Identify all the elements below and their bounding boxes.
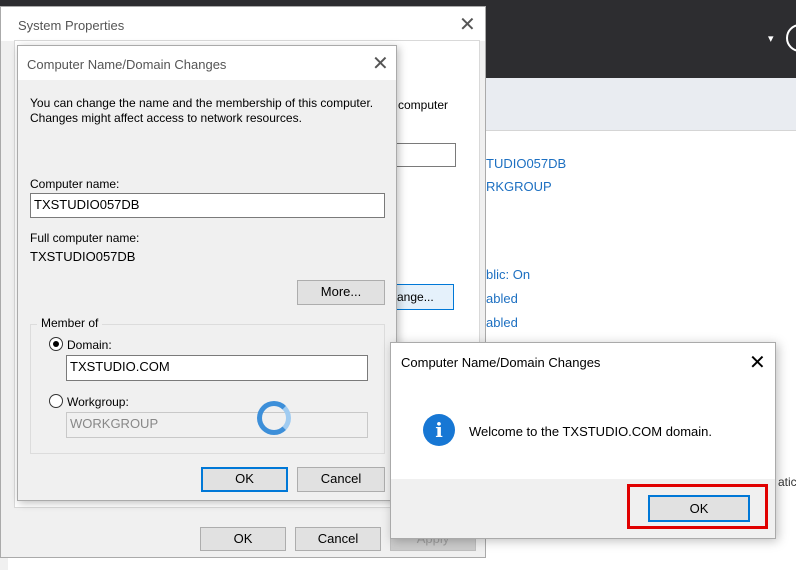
- radio-selected-dot: [53, 341, 59, 347]
- close-icon[interactable]: ✕: [749, 352, 766, 372]
- remote-management-link[interactable]: abled: [486, 291, 596, 306]
- cancel-button[interactable]: Cancel: [295, 527, 381, 551]
- computer-name-link[interactable]: TUDIO057DB: [486, 156, 596, 171]
- more-button[interactable]: More...: [297, 280, 385, 305]
- full-computer-name-label: Full computer name:: [30, 231, 140, 245]
- workgroup-link[interactable]: RKGROUP: [486, 179, 596, 194]
- info-icon: i: [423, 414, 455, 446]
- full-computer-name-value: TXSTUDIO057DB: [30, 249, 136, 264]
- domain-label: Domain:: [67, 338, 112, 352]
- computer-name-changes-dialog: Computer Name/Domain Changes ✕ You can c…: [17, 45, 397, 501]
- description-partial: computer: [398, 98, 449, 112]
- dropdown-arrow-icon[interactable]: ▾: [768, 32, 774, 45]
- domain-field[interactable]: TXSTUDIO.COM: [66, 355, 368, 381]
- ok-button-highlight: [627, 484, 768, 529]
- ok-button[interactable]: OK: [200, 527, 286, 551]
- system-properties-titlebar: System Properties ✕: [1, 7, 485, 41]
- partial-text: atic: [778, 475, 796, 489]
- computer-name-field[interactable]: TXSTUDIO057DB: [30, 193, 385, 218]
- computer-name-label: Computer name:: [30, 177, 120, 191]
- loading-spinner-icon: [257, 401, 291, 435]
- divider: [486, 130, 796, 131]
- change-button[interactable]: ange...: [392, 284, 454, 310]
- cancel-button[interactable]: Cancel: [297, 467, 385, 492]
- dialog-title: Computer Name/Domain Changes: [27, 57, 227, 72]
- dialog-titlebar: Computer Name/Domain Changes ✕: [391, 343, 775, 381]
- close-icon[interactable]: ✕: [372, 53, 389, 73]
- firewall-link[interactable]: blic: On: [486, 267, 596, 282]
- member-of-label: Member of: [37, 316, 103, 330]
- domain-radio[interactable]: [49, 337, 63, 351]
- properties-header: [486, 78, 796, 130]
- ok-button[interactable]: OK: [201, 467, 288, 492]
- dialog-title: System Properties: [18, 18, 125, 33]
- workgroup-label: Workgroup:: [67, 395, 129, 409]
- message-body: i Welcome to the TXSTUDIO.COM domain.: [391, 381, 775, 479]
- workgroup-radio[interactable]: [49, 394, 63, 408]
- dialog-title: Computer Name/Domain Changes: [401, 355, 601, 370]
- dialog-titlebar: Computer Name/Domain Changes ✕: [18, 46, 396, 80]
- remote-desktop-link[interactable]: abled: [486, 315, 596, 330]
- description-text: You can change the name and the membersh…: [30, 96, 374, 125]
- close-icon[interactable]: ✕: [459, 14, 476, 34]
- computer-description-input[interactable]: [394, 143, 456, 167]
- workgroup-field[interactable]: WORKGROUP: [66, 412, 368, 438]
- welcome-message: Welcome to the TXSTUDIO.COM domain.: [469, 424, 712, 439]
